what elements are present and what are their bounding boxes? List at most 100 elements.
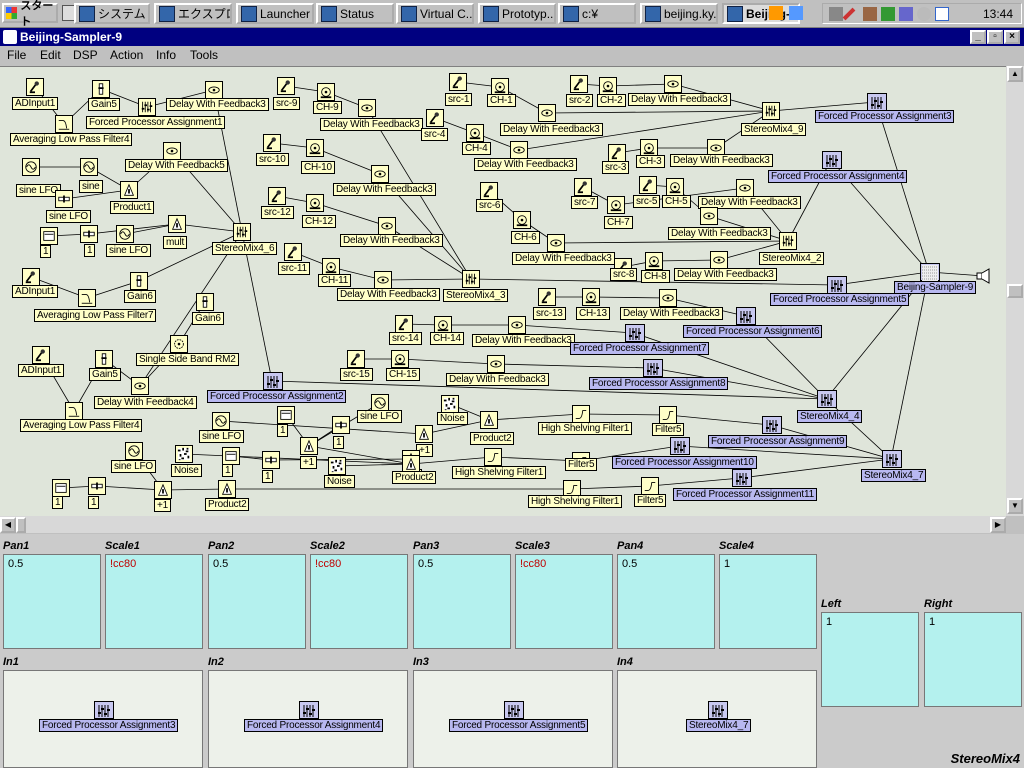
noise-icon[interactable] [328, 457, 346, 475]
menu-tools[interactable]: Tools [190, 48, 218, 62]
fpa-icon[interactable] [263, 372, 283, 390]
delay-icon[interactable] [131, 377, 149, 395]
tape-icon[interactable] [306, 194, 324, 212]
input-slot-in4[interactable]: StereoMix4_7 [617, 670, 817, 768]
display-icon[interactable] [899, 7, 913, 21]
scroll-down-button[interactable]: ▼ [1007, 498, 1023, 514]
tape-icon[interactable] [391, 350, 409, 368]
mixer-icon[interactable] [779, 232, 797, 250]
mic-icon[interactable] [480, 182, 498, 200]
param-field-scale2[interactable]: !cc80 [310, 554, 408, 649]
taskbar-task-2[interactable]: Launcher [236, 3, 314, 24]
gain-icon[interactable] [95, 350, 113, 368]
taskbar-task-6[interactable]: c:¥ [558, 3, 636, 24]
mic-icon[interactable] [284, 243, 302, 261]
minimize-button[interactable]: _ [970, 30, 986, 44]
delay-icon[interactable] [736, 179, 754, 197]
clock[interactable]: 13:44 [983, 7, 1013, 21]
app-icon[interactable] [3, 30, 17, 44]
slider-icon[interactable] [80, 225, 98, 243]
network-icon[interactable] [881, 7, 895, 21]
vertical-scrollbar[interactable]: ▲ ▼ [1006, 66, 1024, 516]
mic-icon[interactable] [277, 77, 295, 95]
delay-icon[interactable] [538, 104, 556, 122]
plus-icon[interactable] [154, 481, 172, 499]
fpa-icon[interactable] [299, 701, 319, 719]
tape-icon[interactable] [513, 211, 531, 229]
output-field-right[interactable]: 1 [924, 612, 1022, 707]
menu-dsp[interactable]: DSP [73, 48, 98, 62]
tray-app-icon-2[interactable] [863, 7, 877, 21]
product-icon[interactable] [120, 181, 138, 199]
noise-icon[interactable] [441, 395, 459, 413]
gain-icon[interactable] [130, 272, 148, 290]
mic-icon[interactable] [347, 350, 365, 368]
taskbar-task-5[interactable]: Prototyp... [478, 3, 556, 24]
plus-icon[interactable] [415, 425, 433, 443]
filter-icon[interactable] [55, 115, 73, 133]
tape-icon[interactable] [607, 196, 625, 214]
osc-icon[interactable] [22, 158, 40, 176]
menu-action[interactable]: Action [110, 48, 143, 62]
mic-icon[interactable] [570, 75, 588, 93]
delay-icon[interactable] [371, 165, 389, 183]
speaker-icon[interactable] [975, 267, 993, 285]
scroll-up-button[interactable]: ▲ [1007, 66, 1023, 82]
delay-icon[interactable] [205, 81, 223, 99]
mixer-icon[interactable] [708, 701, 728, 719]
tray-app-icon[interactable] [829, 7, 843, 21]
filter-icon[interactable] [78, 289, 96, 307]
mixer-icon[interactable] [817, 390, 837, 408]
osc-icon[interactable] [80, 158, 98, 176]
horizontal-scrollbar[interactable]: ◀ ▶ [0, 516, 1006, 533]
start-button[interactable]: スタート [2, 0, 58, 28]
vertical-scroll-thumb[interactable] [1007, 284, 1023, 298]
delay-icon[interactable] [487, 355, 505, 373]
tape-icon[interactable] [317, 83, 335, 101]
close-button[interactable]: × [1004, 30, 1020, 44]
slider-icon[interactable] [262, 451, 280, 469]
input-slot-in2[interactable]: Forced Processor Assignment4 [208, 670, 408, 768]
delay-icon[interactable] [163, 142, 181, 160]
fpa-icon[interactable] [822, 151, 842, 169]
const-icon[interactable] [222, 447, 240, 465]
slider-icon[interactable] [55, 190, 73, 208]
slider-icon[interactable] [88, 477, 106, 495]
delay-icon[interactable] [659, 289, 677, 307]
osc-icon[interactable] [116, 225, 134, 243]
fpa-icon[interactable] [736, 307, 756, 325]
taskbar-task-3[interactable]: Status [316, 3, 394, 24]
gain-icon[interactable] [92, 80, 110, 98]
taskbar-task-0[interactable]: システム ... [74, 3, 150, 24]
fpa-icon[interactable] [94, 701, 114, 719]
product-icon[interactable] [168, 215, 186, 233]
browser-icon[interactable] [789, 6, 803, 20]
maximize-button[interactable]: ▫ [987, 30, 1003, 44]
fpa-icon[interactable] [827, 276, 847, 294]
tape-icon[interactable] [645, 252, 663, 270]
param-field-pan4[interactable]: 0.5 [617, 554, 715, 649]
taskbar-task-7[interactable]: beijing.ky... [640, 3, 718, 24]
mic-icon[interactable] [538, 288, 556, 306]
mixer-icon[interactable] [462, 270, 480, 288]
fpa-icon[interactable] [732, 469, 752, 487]
ime-icon[interactable] [935, 7, 949, 21]
delay-icon[interactable] [374, 271, 392, 289]
eq-icon[interactable] [572, 405, 590, 423]
mic-icon[interactable] [449, 73, 467, 91]
osc-icon[interactable] [212, 412, 230, 430]
mic-icon[interactable] [608, 144, 626, 162]
eq-icon[interactable] [659, 406, 677, 424]
patch-canvas[interactable]: ADInput1 Averaging Low Pass Filter4 Gain5 F… [0, 66, 1006, 517]
param-field-scale3[interactable]: !cc80 [515, 554, 613, 649]
pen-icon[interactable] [842, 7, 856, 21]
output-field-left[interactable]: 1 [821, 612, 919, 707]
scroll-left-button[interactable]: ◀ [0, 517, 16, 533]
mic-icon[interactable] [32, 346, 50, 364]
delay-icon[interactable] [700, 207, 718, 225]
menu-file[interactable]: File [7, 48, 26, 62]
product-icon[interactable] [480, 411, 498, 429]
mic-icon[interactable] [639, 176, 657, 194]
filter-icon[interactable] [65, 402, 83, 420]
volume-icon[interactable] [917, 7, 931, 21]
